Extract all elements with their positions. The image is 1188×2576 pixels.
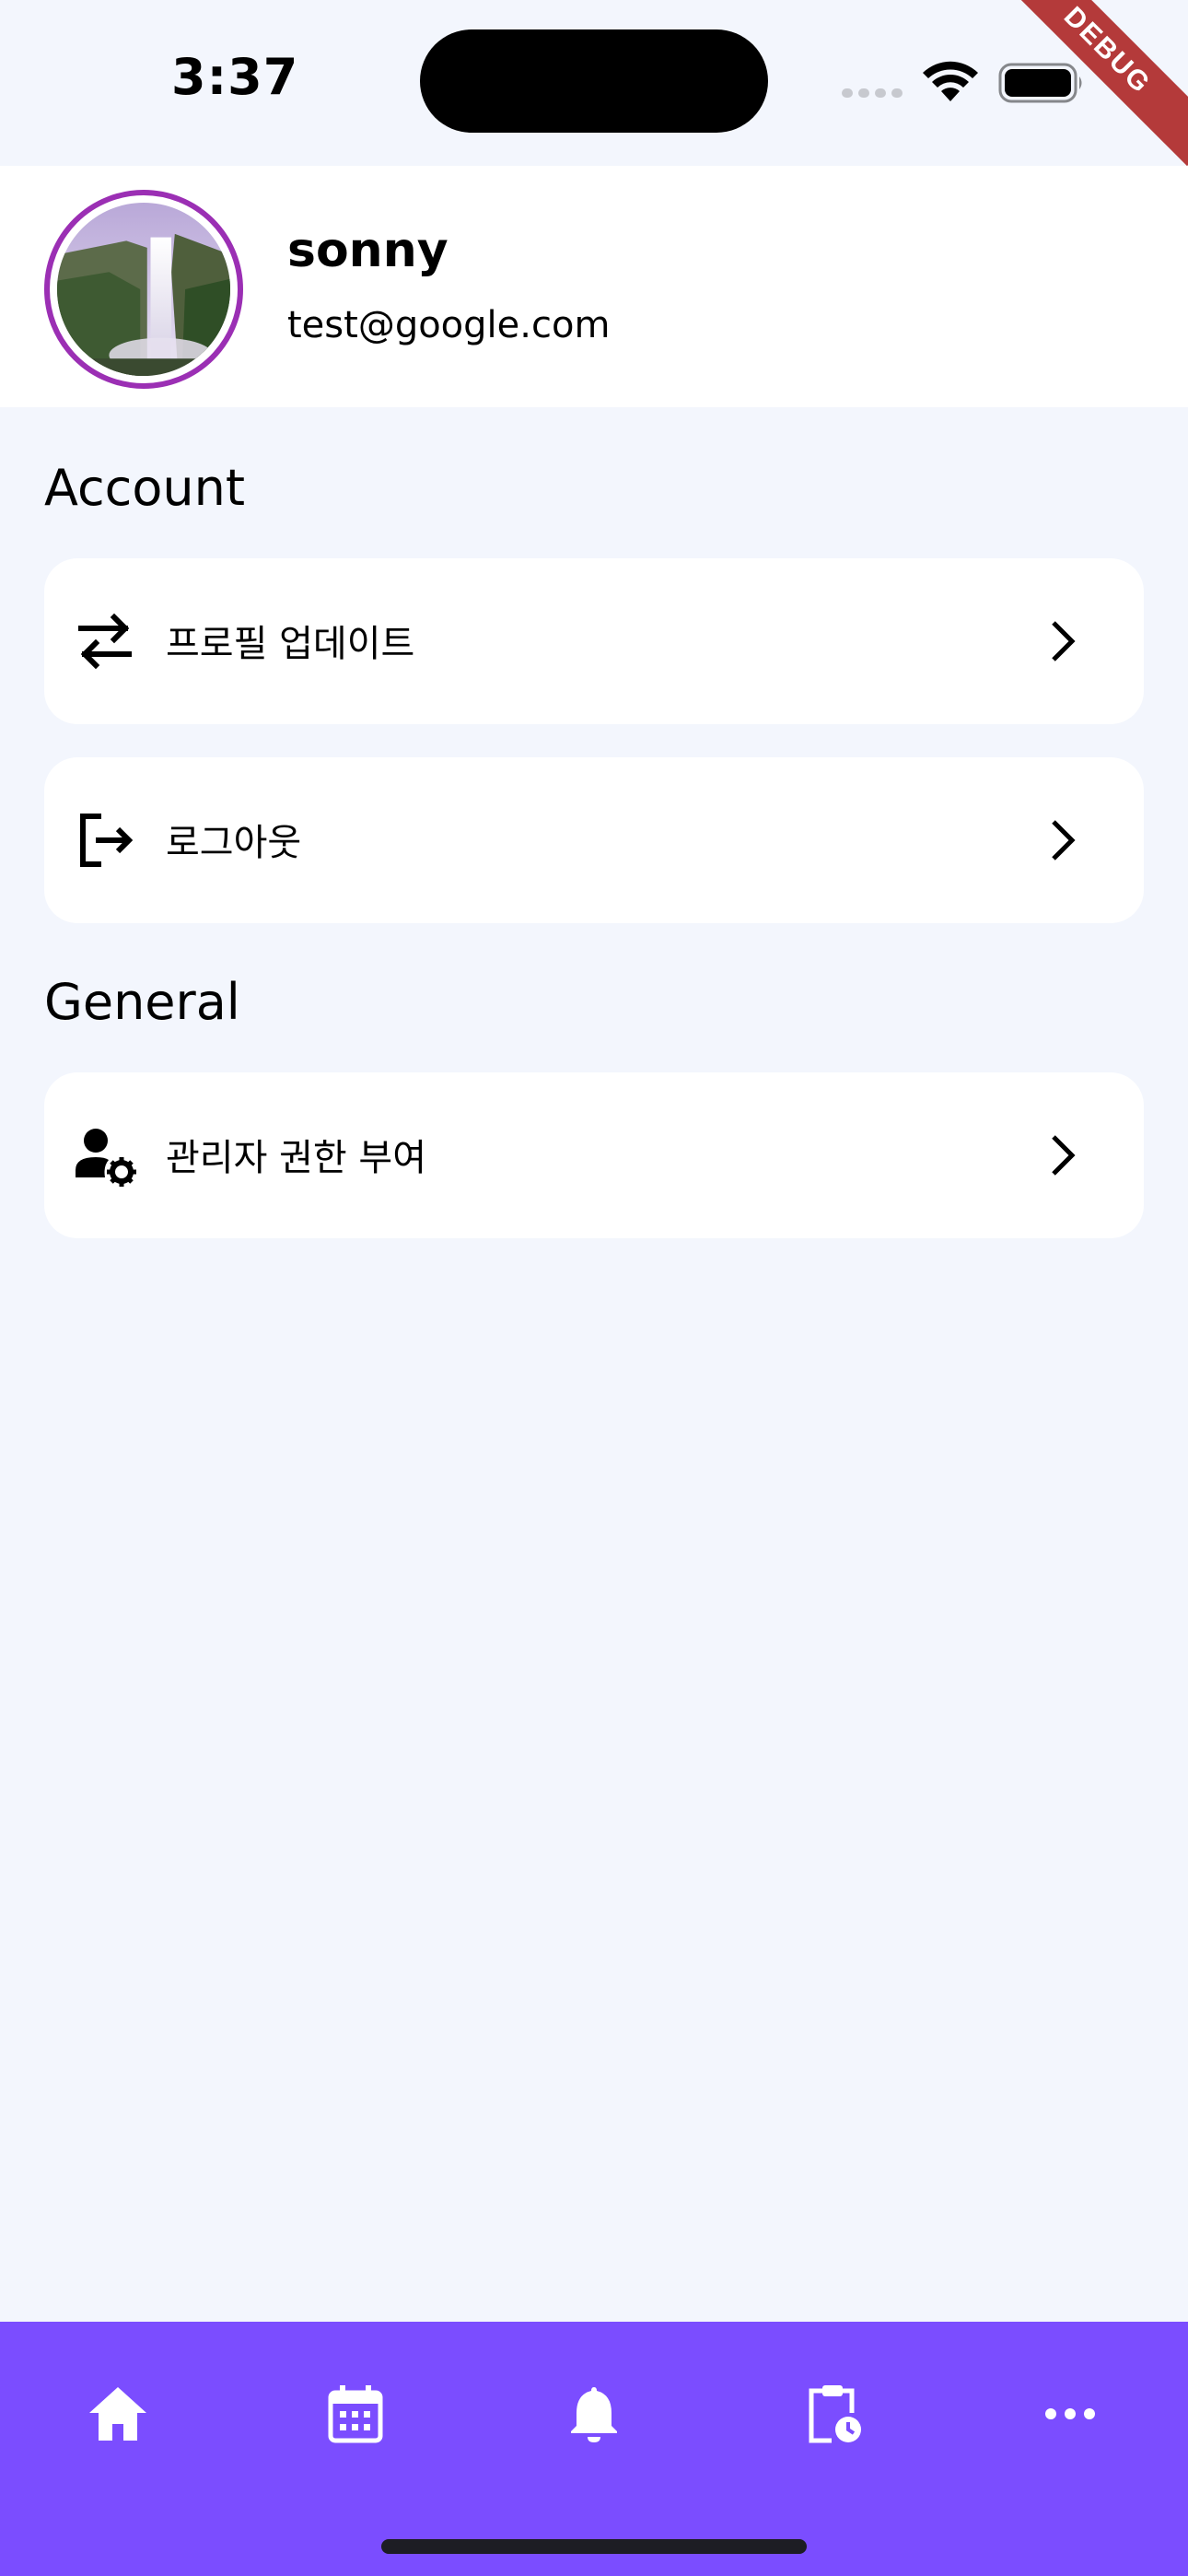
menu-item-label: 프로필 업데이트 bbox=[166, 623, 415, 665]
avatar[interactable] bbox=[44, 190, 243, 389]
nav-calendar[interactable] bbox=[300, 2359, 411, 2469]
user-email: test@google.com bbox=[287, 304, 611, 346]
nav-notifications[interactable] bbox=[539, 2359, 649, 2469]
bell-icon bbox=[571, 2387, 617, 2442]
settings-screen: 3:37 DEBUG sonny test@google.com Account… bbox=[0, 0, 1188, 2576]
dynamic-island bbox=[420, 29, 768, 133]
nav-home[interactable] bbox=[63, 2359, 173, 2469]
chevron-right-icon bbox=[1052, 820, 1076, 861]
menu-item-grant-admin[interactable]: 관리자 권한 부여 bbox=[44, 1072, 1144, 1238]
manage-accounts-icon bbox=[76, 1129, 136, 1187]
section-title-general: General bbox=[44, 973, 240, 1031]
chevron-right-icon bbox=[1052, 621, 1076, 662]
status-bar: 3:37 DEBUG bbox=[0, 0, 1188, 167]
menu-item-update-profile[interactable]: 프로필 업데이트 bbox=[44, 558, 1144, 724]
clipboard-clock-icon bbox=[809, 2385, 861, 2443]
status-time: 3:37 bbox=[171, 48, 299, 106]
section-title-account: Account bbox=[44, 459, 246, 517]
swap-arrows-icon bbox=[78, 613, 132, 670]
menu-item-label: 관리자 권한 부여 bbox=[166, 1137, 427, 1179]
bottom-navigation-bar bbox=[0, 2322, 1188, 2576]
chevron-right-icon bbox=[1052, 1135, 1076, 1176]
nav-more[interactable] bbox=[1015, 2359, 1125, 2469]
profile-header: sonny test@google.com bbox=[0, 166, 1188, 407]
menu-item-label: 로그아웃 bbox=[166, 822, 302, 864]
home-indicator[interactable] bbox=[381, 2539, 807, 2554]
home-icon bbox=[89, 2387, 146, 2441]
battery-icon bbox=[998, 63, 1082, 103]
nav-tasks[interactable] bbox=[777, 2359, 888, 2469]
menu-item-logout[interactable]: 로그아웃 bbox=[44, 757, 1144, 923]
user-name: sonny bbox=[287, 223, 448, 278]
calendar-icon bbox=[328, 2385, 383, 2443]
more-horizontal-icon bbox=[1045, 2408, 1095, 2419]
wifi-icon bbox=[923, 61, 978, 101]
cellular-dots-icon bbox=[842, 88, 906, 98]
logout-icon bbox=[80, 814, 134, 867]
avatar-image bbox=[57, 203, 230, 376]
